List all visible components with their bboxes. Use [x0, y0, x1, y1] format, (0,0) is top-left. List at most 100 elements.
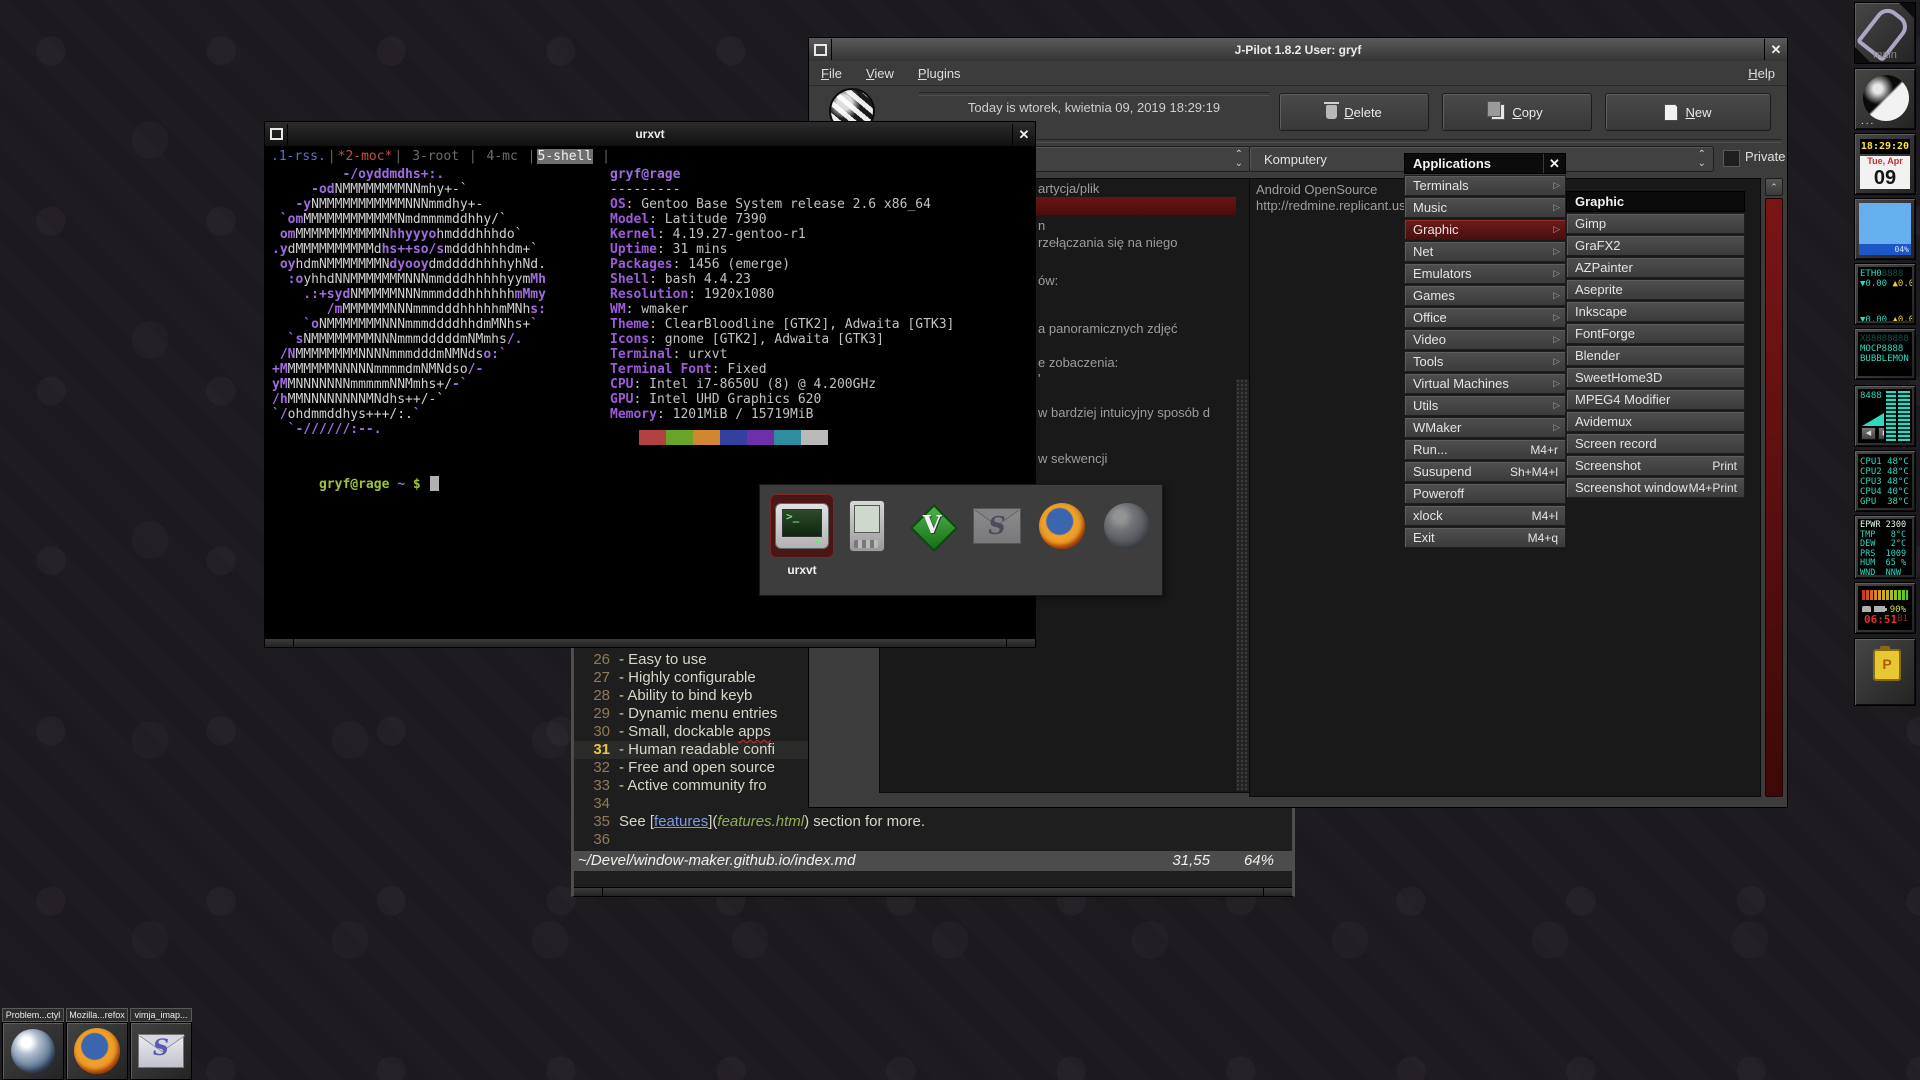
menu-item-tools[interactable]: Tools▷	[1404, 351, 1566, 372]
menu-item-xlock[interactable]: xlockM4+l	[1404, 505, 1566, 526]
urxvt-titlebar[interactable]: urxvt ✕	[265, 122, 1035, 147]
dock-clip[interactable]: main	[1854, 2, 1916, 64]
graphic-submenu-title[interactable]: Graphic	[1566, 191, 1745, 212]
file-list-row[interactable]: w sekwencji	[1038, 451, 1107, 466]
switcher-slot-firefox[interactable]	[1030, 494, 1094, 558]
menu-view[interactable]: View	[854, 61, 906, 85]
menu-item-susupend[interactable]: SusupendSh+M4+l	[1404, 461, 1566, 482]
firefox-icon[interactable]	[74, 1028, 120, 1074]
terminal-tab[interactable]: |	[393, 149, 403, 164]
prev-icon[interactable]: ◀	[1861, 427, 1876, 440]
terminal-tab[interactable]: .1-rss.	[270, 149, 327, 164]
menu-plugins[interactable]: Plugins	[906, 61, 973, 85]
menu-item-music[interactable]: Music▷	[1404, 197, 1566, 218]
menu-item-games[interactable]: Games▷	[1404, 285, 1566, 306]
record-row[interactable]: http://redmine.replicant.us/	[1256, 198, 1409, 213]
miniaturize-button[interactable]	[809, 39, 832, 60]
jpilot-titlebar[interactable]: J-Pilot 1.8.2 User: gryf ✕	[809, 38, 1787, 62]
menu-item-terminals[interactable]: Terminals▷	[1404, 175, 1566, 196]
terminal-tab[interactable]: |	[593, 149, 611, 164]
file-list-scrollbar[interactable]	[1236, 379, 1249, 791]
menu-item-azpainter[interactable]: AZPainter	[1566, 257, 1745, 278]
close-button[interactable]: ✕	[1012, 124, 1035, 145]
menu-close-icon[interactable]: ✕	[1543, 154, 1565, 173]
menu-file[interactable]: File	[809, 61, 854, 85]
dock-cpu-temp-monitor[interactable]: CPU1 48°CCPU2 48°CCPU3 48°CCPU4 40°CGPU …	[1854, 450, 1916, 512]
terminal-tab[interactable]: |	[527, 149, 537, 164]
records-scrollbar[interactable]: ⌃	[1765, 178, 1783, 797]
dock-network-monitor[interactable]: ETH08888▼0.00 ▲0.00▼0.00 ▲0.00	[1854, 263, 1916, 325]
switcher-slot-jpilot[interactable]	[835, 494, 899, 558]
menu-item-emulators[interactable]: Emulators▷	[1404, 263, 1566, 284]
menu-item-fontforge[interactable]: FontForge	[1566, 323, 1745, 344]
menu-help[interactable]: Help	[1736, 61, 1787, 85]
file-list-row[interactable]: a panoramicznych zdjęć	[1038, 321, 1177, 336]
terminal-tab[interactable]: *2-moc*	[337, 149, 394, 164]
vim-resizebar[interactable]	[574, 887, 1292, 896]
close-button[interactable]: ✕	[1764, 39, 1787, 60]
menu-item-screenshot[interactable]: ScreenshotPrint	[1566, 455, 1745, 476]
terminal-tab[interactable]: |	[327, 149, 337, 164]
browser-globe-icon[interactable]	[11, 1029, 55, 1073]
dock-mocp-monitor[interactable]: X88888888MOCP8888BUBBLEMON	[1854, 328, 1916, 380]
urxvt-resizebar[interactable]	[265, 638, 1035, 647]
dock-bubble-monitor[interactable]: 04%	[1854, 198, 1916, 260]
file-list-row[interactable]: '	[1038, 371, 1040, 386]
delete-button[interactable]: Delete	[1279, 93, 1429, 131]
shell-prompt[interactable]: gryf@rage ~ $	[272, 461, 439, 507]
switcher-slot-vim[interactable]: V	[900, 494, 964, 558]
menu-item-blender[interactable]: Blender	[1566, 345, 1745, 366]
menu-item-grafx2[interactable]: GraFX2	[1566, 235, 1745, 256]
dock-ball-app[interactable]: ...	[1854, 68, 1916, 130]
terminal-tab[interactable]: 3-root	[403, 149, 468, 164]
dock-weather-station[interactable]: EPWR 2300TMP 8°CDEW 2°CPRS 1009HUM 65 %W…	[1854, 515, 1916, 579]
menu-item-net[interactable]: Net▷	[1404, 241, 1566, 262]
dock-battery-monitor[interactable]: 90% 06:51 B1	[1854, 582, 1916, 634]
file-list-row[interactable]: w bardziej intuicyjny sposób d	[1038, 405, 1210, 420]
mail-s-icon[interactable]: S	[138, 1034, 184, 1068]
vim-line[interactable]: 36	[574, 831, 1292, 849]
menu-item-video[interactable]: Video▷	[1404, 329, 1566, 350]
menu-item-inkscape[interactable]: Inkscape	[1566, 301, 1745, 322]
switcher-slot-browser[interactable]	[1095, 494, 1159, 558]
menu-item-mpeg4-modifier[interactable]: MPEG4 Modifier	[1566, 389, 1745, 410]
record-row[interactable]: Android OpenSource	[1256, 182, 1377, 197]
file-list-row[interactable]: ów:	[1038, 273, 1058, 288]
applications-menu-title[interactable]: Applications ✕	[1404, 153, 1566, 174]
terminal-tab[interactable]: 5-shell	[537, 149, 594, 164]
menu-item-utils[interactable]: Utils▷	[1404, 395, 1566, 416]
file-list-row[interactable]: n	[1038, 218, 1045, 233]
menu-item-run-[interactable]: Run...M4+r	[1404, 439, 1566, 460]
private-checkbox[interactable]	[1723, 150, 1740, 167]
battery-time: 06:51	[1862, 613, 1897, 626]
terminal-tab[interactable]: |	[468, 149, 478, 164]
menu-item-exit[interactable]: ExitM4+q	[1404, 527, 1566, 548]
copy-button[interactable]: Copy	[1442, 93, 1592, 131]
dock-mixer-app[interactable]: 8488 ◀▶	[1854, 385, 1916, 447]
menu-item-aseprite[interactable]: Aseprite	[1566, 279, 1745, 300]
menu-item-graphic[interactable]: Graphic▷	[1404, 219, 1566, 240]
menu-item-office[interactable]: Office▷	[1404, 307, 1566, 328]
switcher-slot-urxvt[interactable]: >_	[770, 494, 834, 558]
menu-item-avidemux[interactable]: Avidemux	[1566, 411, 1745, 432]
tmux-tab-bar[interactable]: .1-rss.|*2-moc*| 3-root | 4-mc |5-shell …	[270, 149, 611, 164]
menu-item-virtual-machines[interactable]: Virtual Machines▷	[1404, 373, 1566, 394]
terminal-tab[interactable]: 4-mc	[478, 149, 527, 164]
switcher-slot-mail[interactable]: S	[965, 494, 1029, 558]
dock-postit-app[interactable]: P	[1854, 638, 1916, 706]
menu-item-sweethome3d[interactable]: SweetHome3D	[1566, 367, 1745, 388]
menu-item-wmaker[interactable]: WMaker▷	[1404, 417, 1566, 438]
file-list-row[interactable]: e zobaczenia:	[1038, 355, 1118, 370]
menu-item-poweroff[interactable]: Poweroff	[1404, 483, 1566, 504]
miniaturize-button[interactable]	[265, 124, 288, 145]
scroll-up-icon[interactable]: ⌃	[1765, 178, 1783, 196]
menu-item-screenshot-window[interactable]: Screenshot windowM4+Print	[1566, 477, 1745, 498]
scrollbar-thumb[interactable]	[1765, 198, 1783, 797]
vim-line[interactable]: 35See [features](features.html) section …	[574, 813, 1292, 831]
volume-wedge-icon[interactable]	[1862, 413, 1884, 426]
file-list-row[interactable]: rzełączania się na niego	[1038, 235, 1177, 250]
menu-item-screen-record[interactable]: Screen record	[1566, 433, 1745, 454]
new-button[interactable]: New	[1605, 93, 1771, 131]
dock-clock-app[interactable]: 18:29:20 Tue, Apr 09	[1854, 133, 1916, 195]
menu-item-gimp[interactable]: Gimp	[1566, 213, 1745, 234]
